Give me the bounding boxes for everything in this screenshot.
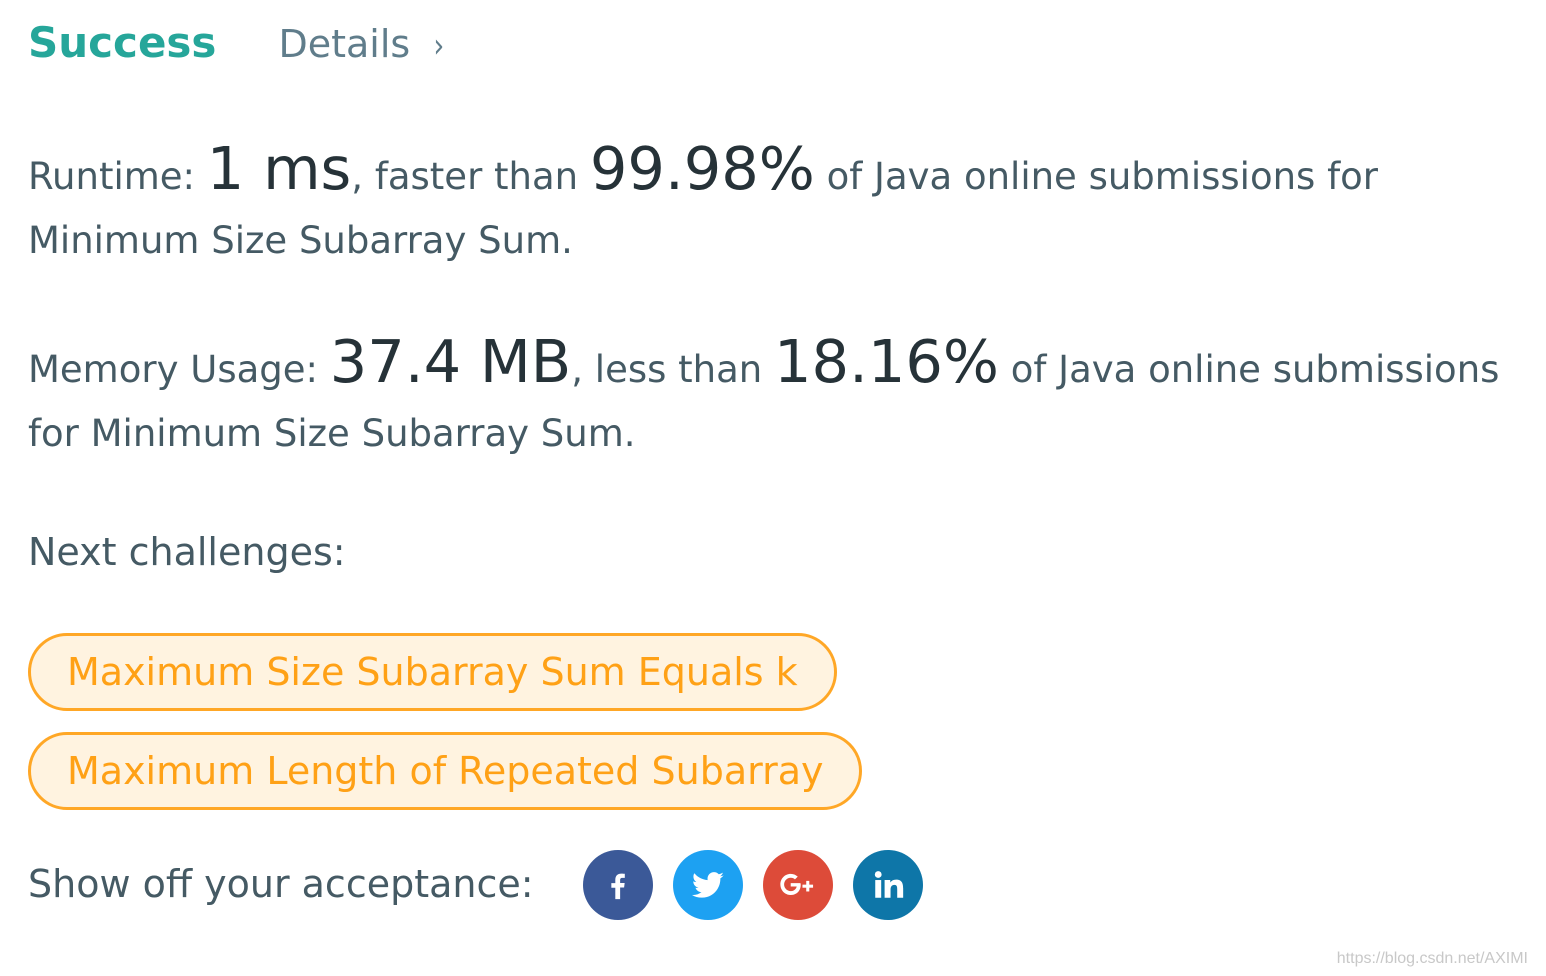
details-label: Details	[278, 22, 411, 66]
runtime-stat: Runtime: 1 ms, faster than 99.98% of Jav…	[28, 137, 1528, 273]
runtime-percent: 99.98%	[589, 134, 815, 203]
runtime-prefix: Runtime:	[28, 155, 207, 198]
linkedin-icon	[874, 871, 904, 898]
details-link[interactable]: Details ›	[278, 22, 445, 66]
google-plus-icon	[780, 873, 814, 895]
facebook-icon	[611, 873, 625, 900]
runtime-value: 1 ms	[206, 134, 352, 203]
share-facebook-button[interactable]	[583, 850, 653, 920]
challenge-link-max-size-subarray-sum[interactable]: Maximum Size Subarray Sum Equals k	[28, 633, 837, 711]
share-google-plus-button[interactable]	[763, 850, 833, 920]
memory-middle: , less than	[571, 348, 774, 391]
memory-stat: Memory Usage: 37.4 MB, less than 18.16% …	[28, 330, 1528, 466]
next-challenges-label: Next challenges:	[28, 530, 346, 574]
challenge-link-max-length-repeated-subarray[interactable]: Maximum Length of Repeated Subarray	[28, 732, 863, 810]
twitter-icon	[691, 872, 724, 898]
share-label: Show off your acceptance:	[28, 862, 534, 906]
runtime-middle: , faster than	[351, 155, 590, 198]
memory-value: 37.4 MB	[329, 327, 572, 396]
memory-prefix: Memory Usage:	[28, 348, 330, 391]
share-twitter-button[interactable]	[673, 850, 743, 920]
watermark: https://blog.csdn.net/AXIMI	[1336, 950, 1528, 967]
status-label: Success	[28, 18, 217, 67]
memory-percent: 18.16%	[774, 327, 999, 396]
result-header: Success Details ›	[28, 18, 446, 67]
chevron-right-icon: ›	[433, 26, 445, 66]
share-linkedin-button[interactable]	[853, 850, 923, 920]
